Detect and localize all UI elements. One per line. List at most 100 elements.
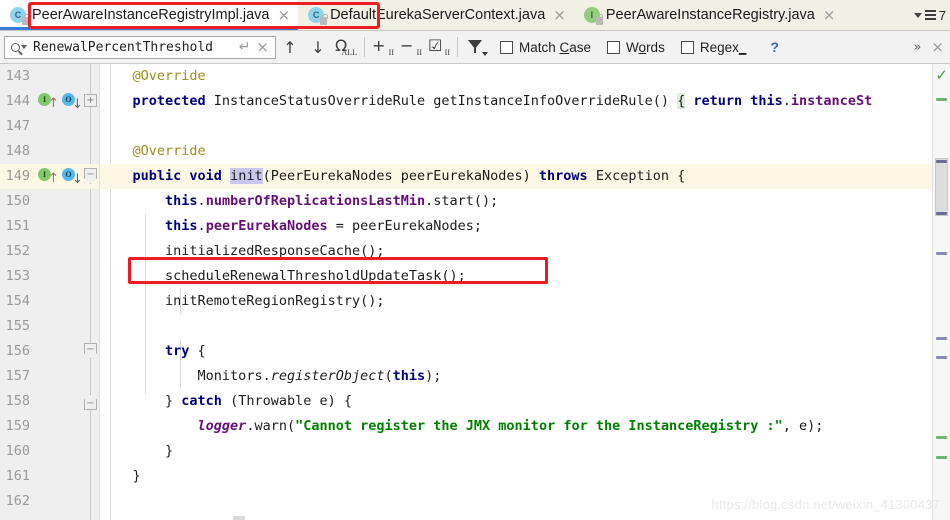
gutter-row[interactable]: 159 (0, 414, 99, 439)
code-line[interactable]: public void init(PeerEurekaNodes peerEur… (100, 164, 950, 189)
filter-button[interactable] (462, 33, 490, 61)
code-token: this (165, 193, 198, 209)
more-options-icon[interactable]: » (913, 40, 921, 55)
return-icon[interactable]: ↵ (233, 39, 257, 55)
gutter-row[interactable]: 151 (0, 214, 99, 239)
tab-close-icon[interactable]: × (551, 7, 566, 23)
code-line[interactable] (100, 114, 950, 139)
find-all-button[interactable]: Ω ALL (332, 33, 360, 61)
code-line[interactable]: initRemoteRegionRegistry(); (100, 289, 950, 314)
code-token: protected (132, 93, 214, 109)
find-field-wrapper[interactable]: ↵ × (4, 35, 276, 59)
gutter-row[interactable]: 155 (0, 314, 99, 339)
code-line[interactable]: } (100, 464, 950, 489)
editor-marker-bar[interactable]: ✓ (932, 64, 950, 520)
marker-stripe[interactable] (936, 252, 947, 255)
gutter-row[interactable]: 161 (0, 464, 99, 489)
tab-list-icon (924, 10, 936, 20)
gutter-row[interactable]: 144 I ↑ O ↓ + (0, 89, 99, 114)
select-all-occurrences-button[interactable]: ☑ II (425, 33, 453, 61)
gutter-row[interactable]: 160 (0, 439, 99, 464)
code-content[interactable]: @Override protected InstanceStatusOverri… (100, 64, 950, 520)
tab-overflow-control[interactable]: 7 (913, 0, 950, 30)
code-line[interactable]: @Override (100, 64, 950, 89)
code-token: . (197, 218, 206, 234)
code-line[interactable]: scheduleRenewalThresholdUpdateTask(); (100, 264, 950, 289)
scrollbar-thumb[interactable] (935, 158, 948, 216)
gutter-row[interactable]: 150 (0, 189, 99, 214)
marker-stripe[interactable] (936, 160, 947, 163)
tab-overflow-count: 7 (938, 7, 946, 23)
checkbox-multi-icon: ☑ (428, 36, 443, 55)
checkbox-words[interactable] (607, 40, 621, 54)
close-find-icon[interactable]: × (931, 38, 944, 56)
gutter-row[interactable]: 157 (0, 364, 99, 389)
checkbox-match-case[interactable] (500, 40, 513, 54)
marker-stripe[interactable] (936, 356, 947, 359)
gutter-row[interactable]: 147 (0, 114, 99, 139)
gutter-row[interactable]: 148 (0, 139, 99, 164)
plus-icon: + (372, 36, 386, 55)
fold-collapse-icon[interactable]: − (84, 168, 97, 184)
code-line[interactable]: @Override (100, 139, 950, 164)
tab-close-icon[interactable]: × (275, 7, 290, 23)
tab-peer-aware-instance-registry-impl[interactable]: C PeerAwareInstanceRegistryImpl.java × (0, 0, 299, 30)
marker-stripe[interactable] (936, 337, 947, 340)
find-next-button[interactable]: ↓ (304, 33, 332, 61)
gutter-row[interactable]: 153 (0, 264, 99, 289)
line-number: 156 (5, 343, 30, 359)
overriding-method-icon[interactable]: O ↓ (62, 93, 83, 112)
code-token: (Throwable e) { (230, 393, 352, 409)
code-line[interactable] (100, 314, 950, 339)
fold-collapse-icon[interactable]: − (84, 343, 97, 359)
implementing-method-icon[interactable]: I ↑ (38, 93, 59, 111)
search-input[interactable] (31, 38, 233, 56)
tab-close-icon[interactable]: × (821, 7, 836, 23)
fold-expand-icon[interactable]: + (84, 94, 97, 107)
gutter-row[interactable]: 143 (0, 64, 99, 89)
option-regex[interactable]: Regex_ (680, 40, 746, 55)
editor-gutter[interactable]: 143 144 I ↑ O ↓ +147 148 149 I ↑ O ↓ −150 151 152 153 154… (0, 64, 100, 520)
marker-stripe[interactable] (936, 436, 947, 439)
gutter-row[interactable]: 149 I ↑ O ↓ − (0, 164, 99, 189)
marker-stripe[interactable] (936, 98, 947, 101)
code-line[interactable]: initializedResponseCache(); (100, 239, 950, 264)
checkbox-regex[interactable] (680, 40, 694, 54)
code-line[interactable]: } catch (Throwable e) { (100, 389, 950, 414)
code-line[interactable]: this.numberOfReplicationsLastMin.start()… (100, 189, 950, 214)
regex-help-icon[interactable]: ? (770, 39, 779, 55)
line-number: 157 (5, 368, 30, 384)
overriding-method-icon[interactable]: O ↓ (62, 168, 83, 187)
option-match-case[interactable]: Match Case (500, 40, 591, 55)
code-token: throws (538, 168, 596, 184)
remove-occurrence-button[interactable]: − II (397, 33, 425, 61)
code-line[interactable]: try { (100, 339, 950, 364)
clear-search-icon[interactable]: × (256, 38, 271, 56)
horizontal-scroll-tick[interactable] (233, 516, 245, 520)
gutter-row[interactable]: 162 (0, 489, 99, 514)
tab-peer-aware-instance-registry[interactable]: I PeerAwareInstanceRegistry.java × (574, 0, 844, 30)
marker-stripe[interactable] (936, 212, 947, 215)
chevron-down-icon (913, 12, 922, 18)
gutter-row[interactable]: 158 − (0, 389, 99, 414)
implementing-method-icon[interactable]: I ↑ (38, 168, 59, 186)
add-occurrence-button[interactable]: + II (369, 33, 397, 61)
code-line[interactable]: } (100, 439, 950, 464)
option-words[interactable]: Words (607, 40, 665, 55)
code-token: this (165, 218, 198, 234)
marker-stripe[interactable] (936, 456, 947, 459)
gutter-row[interactable]: 156 − (0, 339, 99, 364)
gutter-row[interactable]: 152 (0, 239, 99, 264)
code-token: numberOfReplicationsLastMin (205, 193, 426, 209)
code-line[interactable]: this.peerEurekaNodes = peerEurekaNodes; (100, 214, 950, 239)
tab-default-eureka-server-context[interactable]: C DefaultEurekaServerContext.java × (298, 0, 574, 30)
fold-collapse-end-icon[interactable]: − (84, 394, 97, 410)
find-previous-button[interactable]: ↑ (276, 33, 304, 61)
code-line[interactable]: protected InstanceStatusOverrideRule get… (100, 89, 950, 114)
search-icon[interactable] (9, 42, 31, 52)
gutter-row[interactable]: 154 (0, 289, 99, 314)
code-token: initializedResponseCache(); (165, 243, 385, 259)
line-number: 144 (5, 93, 30, 109)
code-line[interactable]: Monitors.registerObject(this); (100, 364, 950, 389)
code-line[interactable]: logger.warn("Cannot register the JMX mon… (100, 414, 950, 439)
